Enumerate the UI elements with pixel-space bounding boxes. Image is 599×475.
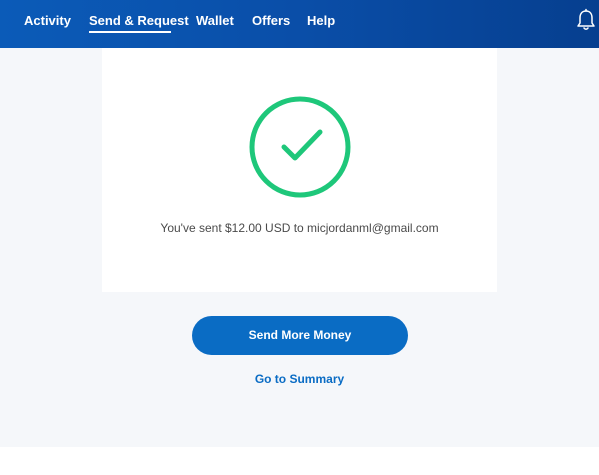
bell-icon[interactable] — [574, 8, 598, 32]
send-more-money-button[interactable]: Send More Money — [192, 316, 408, 355]
main-content: You've sent $12.00 USD to micjordanml@gm… — [0, 48, 599, 447]
footer-strip — [0, 447, 599, 475]
confirmation-card: You've sent $12.00 USD to micjordanml@gm… — [102, 48, 497, 292]
nav-item-offers[interactable]: Offers — [252, 13, 290, 28]
confirmation-message: You've sent $12.00 USD to micjordanml@gm… — [160, 221, 439, 235]
top-navigation-bar: Activity Send & Request Wallet Offers He… — [0, 0, 599, 48]
go-to-summary-link[interactable]: Go to Summary — [0, 372, 599, 386]
nav-item-wallet[interactable]: Wallet — [196, 13, 234, 28]
nav-item-activity[interactable]: Activity — [24, 13, 71, 28]
nav-item-help[interactable]: Help — [307, 13, 335, 28]
active-tab-indicator — [89, 31, 171, 33]
page: Activity Send & Request Wallet Offers He… — [0, 0, 599, 475]
checkmark-circle-icon — [249, 96, 351, 198]
nav-item-send-request[interactable]: Send & Request — [89, 13, 189, 28]
